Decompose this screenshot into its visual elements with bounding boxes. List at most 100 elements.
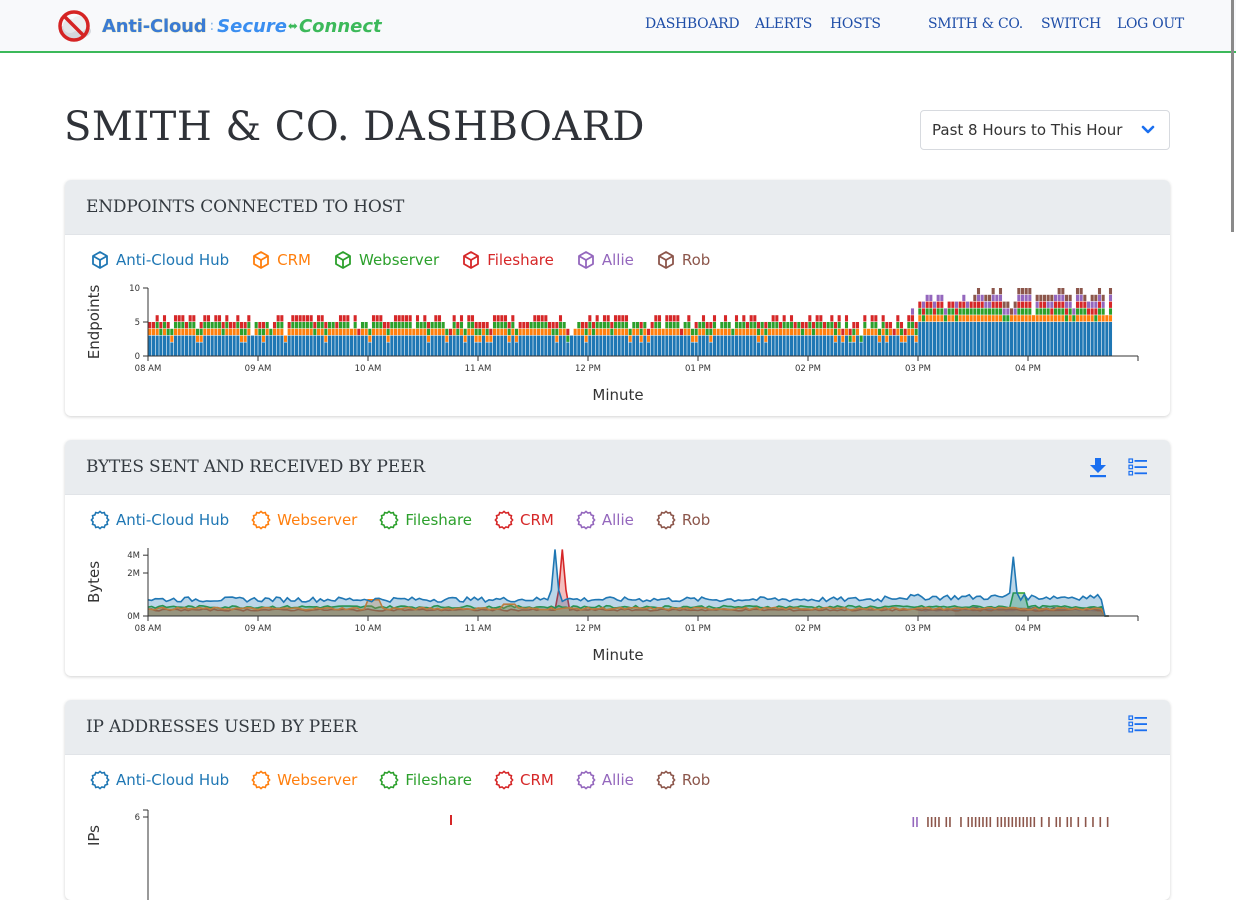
bar-anti-cloud-hub: [463, 342, 467, 356]
bar-allie: [1046, 301, 1050, 308]
nav-organization[interactable]: SMITH & CO.: [928, 16, 1023, 32]
bar-crm: [709, 335, 713, 342]
bar-crm: [881, 328, 885, 336]
bar-crm: [305, 328, 310, 336]
bytes-card: BYTES SENT AND RECEIVED BY PEER Anti-Clo…: [65, 440, 1170, 676]
bar-crm: [412, 328, 416, 336]
bar-crm: [485, 335, 489, 342]
x-tick-label: 01 PM: [685, 624, 711, 634]
bar-fileshare: [800, 322, 805, 329]
x-tick-label: 01 PM: [685, 364, 711, 374]
bar-webserver: [221, 328, 225, 336]
bar-webserver: [485, 328, 489, 336]
bar-anti-cloud-hub: [694, 342, 698, 356]
bar-anti-cloud-hub: [184, 335, 189, 356]
bar-fileshare: [294, 315, 299, 322]
bar-crm: [280, 328, 284, 336]
nav-alerts[interactable]: ALERTS: [755, 16, 812, 32]
bar-anti-cloud-hub: [914, 342, 918, 356]
bar-fileshare: [507, 322, 511, 329]
bar-fileshare: [998, 301, 1003, 308]
bar-fileshare: [485, 322, 489, 329]
bar-anti-cloud-hub: [877, 342, 882, 356]
bar-anti-cloud-hub: [320, 335, 324, 356]
bar-anti-cloud-hub: [738, 335, 742, 356]
bar-fileshare: [899, 322, 904, 329]
app-logo[interactable]: Anti-Cloud : Secure ⬌ Connect: [56, 9, 382, 43]
bar-webserver: [393, 322, 398, 329]
bar-fileshare: [522, 322, 526, 329]
time-range-select[interactable]: Past 8 Hours to This Hour: [920, 110, 1170, 150]
bar-webserver: [170, 328, 174, 336]
bar-webserver: [309, 322, 313, 329]
bar-crm: [969, 315, 973, 322]
bar-webserver: [698, 322, 702, 329]
x-tick-label: 08 AM: [135, 364, 162, 374]
bar-crm: [936, 315, 940, 322]
bar-rob: [1097, 288, 1102, 295]
bar-crm: [973, 315, 977, 322]
bar-crm: [1097, 315, 1102, 322]
download-icon[interactable]: [1086, 455, 1110, 479]
bar-webserver: [899, 328, 904, 336]
bytes-card-body: Anti-Cloud Hub Webserver Fileshare CRM Allie…: [65, 495, 1170, 676]
bar-crm: [1031, 315, 1036, 322]
bar-webserver: [863, 322, 867, 329]
x-axis-label: Minute: [592, 386, 643, 404]
bar-anti-cloud-hub: [1017, 322, 1021, 356]
nav-dashboard[interactable]: DASHBOARD: [645, 16, 740, 32]
bar-crm: [940, 315, 944, 322]
list-icon[interactable]: [1126, 712, 1150, 736]
bar-webserver: [1108, 308, 1113, 315]
bar-crm: [1013, 315, 1017, 322]
bar-fileshare: [624, 315, 629, 322]
bar-crm: [423, 328, 427, 336]
x-tick-label: 12 PM: [575, 624, 601, 634]
bar-anti-cloud-hub: [309, 335, 313, 356]
bar-crm: [276, 328, 280, 336]
bar-crm: [899, 335, 904, 342]
page-scrollbar[interactable]: [1231, 0, 1234, 232]
bar-webserver: [1042, 308, 1047, 315]
bar-webserver: [426, 328, 431, 336]
bar-crm: [401, 328, 405, 336]
bar-fileshare: [346, 315, 350, 322]
bytes-card-title: BYTES SENT AND RECEIVED BY PEER: [86, 457, 425, 477]
bar-webserver: [459, 322, 464, 329]
bar-fileshare: [305, 315, 310, 322]
bar-fileshare: [1090, 308, 1094, 315]
bar-anti-cloud-hub: [1090, 322, 1094, 356]
bar-anti-cloud-hub: [313, 335, 317, 356]
bar-webserver: [925, 308, 929, 315]
bar-crm: [1090, 315, 1094, 322]
bar-crm: [599, 328, 603, 336]
bar-allie: [995, 294, 999, 302]
ip-addresses-card: IP ADDRESSES USED BY PEER Anti-Cloud Hub…: [65, 700, 1170, 900]
bar-webserver: [474, 328, 478, 336]
bar-webserver: [360, 322, 365, 329]
bar-fileshare: [753, 315, 757, 322]
bar-anti-cloud-hub: [177, 335, 181, 356]
bar-anti-cloud-hub: [1013, 322, 1017, 356]
bar-crm: [947, 315, 951, 322]
nav-logout[interactable]: LOG OUT: [1117, 16, 1184, 32]
bar-anti-cloud-hub: [588, 335, 592, 356]
bar-anti-cloud-hub: [910, 335, 915, 356]
bar-fileshare: [547, 322, 552, 329]
bar-crm: [665, 328, 669, 336]
nav-hosts[interactable]: HOSTS: [830, 16, 881, 32]
bar-rob: [1092, 817, 1094, 827]
nav-switch[interactable]: SWITCH: [1041, 16, 1101, 32]
bar-anti-cloud-hub: [899, 342, 904, 356]
bar-anti-cloud-hub: [749, 335, 753, 356]
bar-rob: [1075, 288, 1080, 295]
bar-anti-cloud-hub: [822, 335, 827, 356]
bar-crm: [672, 328, 676, 336]
bar-crm: [375, 328, 379, 336]
bar-crm: [819, 328, 823, 336]
bar-anti-cloud-hub: [210, 335, 214, 356]
bar-fileshare: [558, 315, 563, 322]
list-icon[interactable]: [1126, 455, 1150, 479]
bar-fileshare: [657, 315, 662, 322]
bar-anti-cloud-hub: [929, 322, 933, 356]
